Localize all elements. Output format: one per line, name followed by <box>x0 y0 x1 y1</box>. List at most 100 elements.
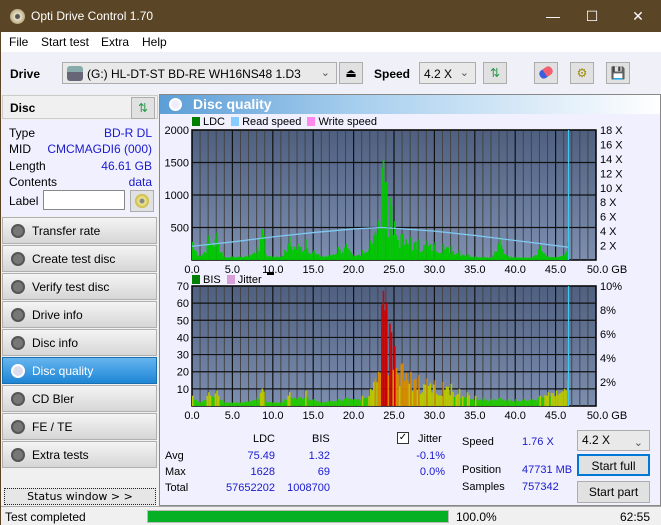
nav-create-test-disc[interactable]: Create test disc <box>2 245 157 272</box>
status-window-button[interactable]: Status window > > <box>4 488 156 505</box>
ldc-bar <box>372 235 375 260</box>
nav-disc-quality[interactable]: Disc quality <box>2 357 157 384</box>
menu-file[interactable]: File <box>9 35 28 49</box>
start-full-button[interactable]: Start full <box>577 454 650 476</box>
drive-select[interactable]: (G:) HL-DT-ST BD-RE WH16NS48 1.D3 ⌄ <box>62 62 337 84</box>
jitter-checkbox[interactable]: ✓ <box>397 432 409 444</box>
bis-bar <box>314 400 317 406</box>
nav-disc-info[interactable]: Disc info <box>2 329 157 356</box>
ldc-bar <box>385 182 388 260</box>
disc-mid-value: CMCMAGDI6 (000) <box>47 142 152 156</box>
ldc-bar <box>308 252 310 260</box>
nav-verify-test-disc[interactable]: Verify test disc <box>2 273 157 300</box>
nav-extra-tests[interactable]: Extra tests <box>2 441 157 468</box>
ldc-bar <box>494 251 496 260</box>
ldc-bar <box>277 257 280 260</box>
ldc-bar <box>363 253 365 260</box>
ldc-bar <box>368 249 370 260</box>
nav-label: Disc info <box>32 336 79 350</box>
ldc-bar <box>264 253 267 260</box>
nav-drive-info[interactable]: Drive info <box>2 301 157 328</box>
ldc-bar <box>487 257 490 260</box>
ldc-bar <box>384 181 386 260</box>
nav-label: CD Bler <box>32 392 75 406</box>
ldc-bar <box>415 241 417 260</box>
bis-bar <box>219 400 222 406</box>
settings-button[interactable]: ⚙ <box>570 62 594 84</box>
bis-bar <box>280 402 283 406</box>
ldc-bar <box>408 245 411 260</box>
test-speed-select[interactable]: 4.2 X ⌄ <box>577 430 650 451</box>
bis-bar <box>377 371 380 406</box>
bis-bar <box>290 397 293 406</box>
disc-label-input[interactable] <box>43 190 125 210</box>
ldc-bar <box>219 252 222 260</box>
y-right-tick-label: 16 X <box>600 139 623 151</box>
bis-bar <box>201 401 204 406</box>
eject-icon: ⏏ <box>345 66 357 80</box>
nav-fe-te[interactable]: FE / TE <box>2 413 157 440</box>
bis-bar <box>227 402 230 406</box>
samples-label: Samples <box>462 481 505 493</box>
bis-bar <box>192 395 194 406</box>
nav-label: Verify test disc <box>32 280 110 294</box>
bis-bar <box>230 402 233 406</box>
nav-cd-bler[interactable]: CD Bler <box>2 385 157 412</box>
refresh-button[interactable]: ⇅ <box>483 62 507 84</box>
ldc-bar <box>230 257 233 260</box>
bis-bar <box>466 392 469 406</box>
bis-bar <box>297 397 299 406</box>
menu-help[interactable]: Help <box>142 35 167 49</box>
menu-bar: File Start test Extra Help <box>1 32 661 52</box>
close-button[interactable]: ✕ <box>623 5 653 27</box>
bis-bar <box>402 363 404 406</box>
bis-bar <box>537 397 540 406</box>
eject-button[interactable]: ⏏ <box>339 62 363 84</box>
nav-transfer-rate[interactable]: Transfer rate <box>2 217 157 244</box>
ldc-bar <box>416 249 419 260</box>
maximize-button[interactable]: ☐ <box>577 5 607 27</box>
disc-length-value: 46.61 GB <box>101 159 152 173</box>
drive-icon <box>67 66 83 81</box>
ldc-bar <box>552 256 554 260</box>
ldc-bar <box>337 247 340 260</box>
bis-bar <box>411 391 414 406</box>
bis-bar <box>339 399 341 406</box>
ldc-bar <box>334 254 336 260</box>
bis-bar <box>405 372 407 406</box>
speed-select[interactable]: 4.2 X ⌄ <box>419 62 476 84</box>
progress-fill <box>148 511 448 522</box>
bis-bar <box>502 399 504 406</box>
ldc-bar <box>360 255 362 260</box>
bis-bar <box>342 400 344 406</box>
minimize-button[interactable]: — <box>538 5 568 27</box>
disc-label-button[interactable] <box>130 190 154 212</box>
bis-bar <box>322 402 325 406</box>
menu-extra[interactable]: Extra <box>101 35 129 49</box>
ldc-bar <box>524 257 527 260</box>
y-tick-label: 500 <box>171 223 189 235</box>
ldc-bar <box>550 256 553 260</box>
ldc-bar <box>350 252 352 260</box>
bis-bar <box>360 400 362 406</box>
disc-refresh-button[interactable]: ⇅ <box>131 97 155 119</box>
menu-start-test[interactable]: Start test <box>41 35 89 49</box>
ldc-bar <box>502 248 504 260</box>
ldc-bar <box>377 221 380 260</box>
ldc-bar <box>272 256 275 260</box>
save-button[interactable]: 💾 <box>606 62 630 84</box>
ldc-bar <box>510 256 512 260</box>
erase-button[interactable] <box>534 62 558 84</box>
bis-bar <box>500 399 503 406</box>
ldc-bar <box>347 248 349 260</box>
ldc-bar <box>379 228 382 260</box>
bis-bar <box>495 400 498 406</box>
bis-bar <box>319 402 322 406</box>
bis-bar <box>526 400 529 406</box>
ldc-bar <box>542 253 545 260</box>
bis-bar <box>292 398 294 406</box>
start-part-button[interactable]: Start part <box>577 481 650 503</box>
x-tick-label: 15.0 <box>302 410 323 421</box>
ldc-bar <box>515 256 517 260</box>
save-icon: 💾 <box>610 66 626 80</box>
